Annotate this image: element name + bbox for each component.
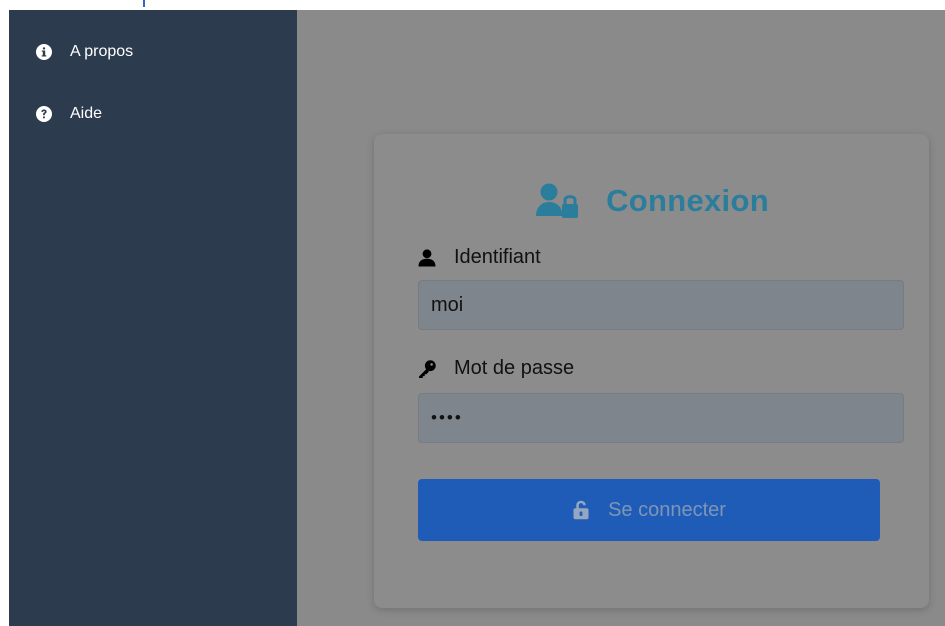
app-window: A propos Aide Connexion Identifiant moi … [9,10,945,626]
key-icon [419,359,436,378]
password-label: Mot de passe [454,357,575,379]
sidebar-item-about[interactable]: A propos [9,42,297,62]
top-accent-mark [143,0,145,7]
page-title: Connexion [606,183,769,218]
password-label-row: Mot de passe [418,357,574,380]
sidebar-item-label: A propos [70,43,134,60]
login-button[interactable]: Se connecter [418,479,880,541]
login-button-label: Se connecter [608,498,726,521]
username-label-row: Identifiant [418,246,541,269]
username-label: Identifiant [454,246,541,268]
user-icon [418,248,436,266]
unlock-icon [573,500,589,520]
sidebar-item-label: Aide [70,105,103,122]
info-circle-icon [36,44,52,60]
username-input[interactable] [418,280,904,330]
question-circle-icon [36,106,52,122]
login-title: Connexion [374,182,929,220]
password-input[interactable] [418,393,904,443]
sidebar: A propos Aide [9,10,297,626]
login-card: Connexion Identifiant Mot de passe [374,134,929,608]
user-lock-icon [536,183,579,218]
main-content: Connexion Identifiant Mot de passe [297,10,945,626]
sidebar-item-help[interactable]: Aide [9,104,297,124]
